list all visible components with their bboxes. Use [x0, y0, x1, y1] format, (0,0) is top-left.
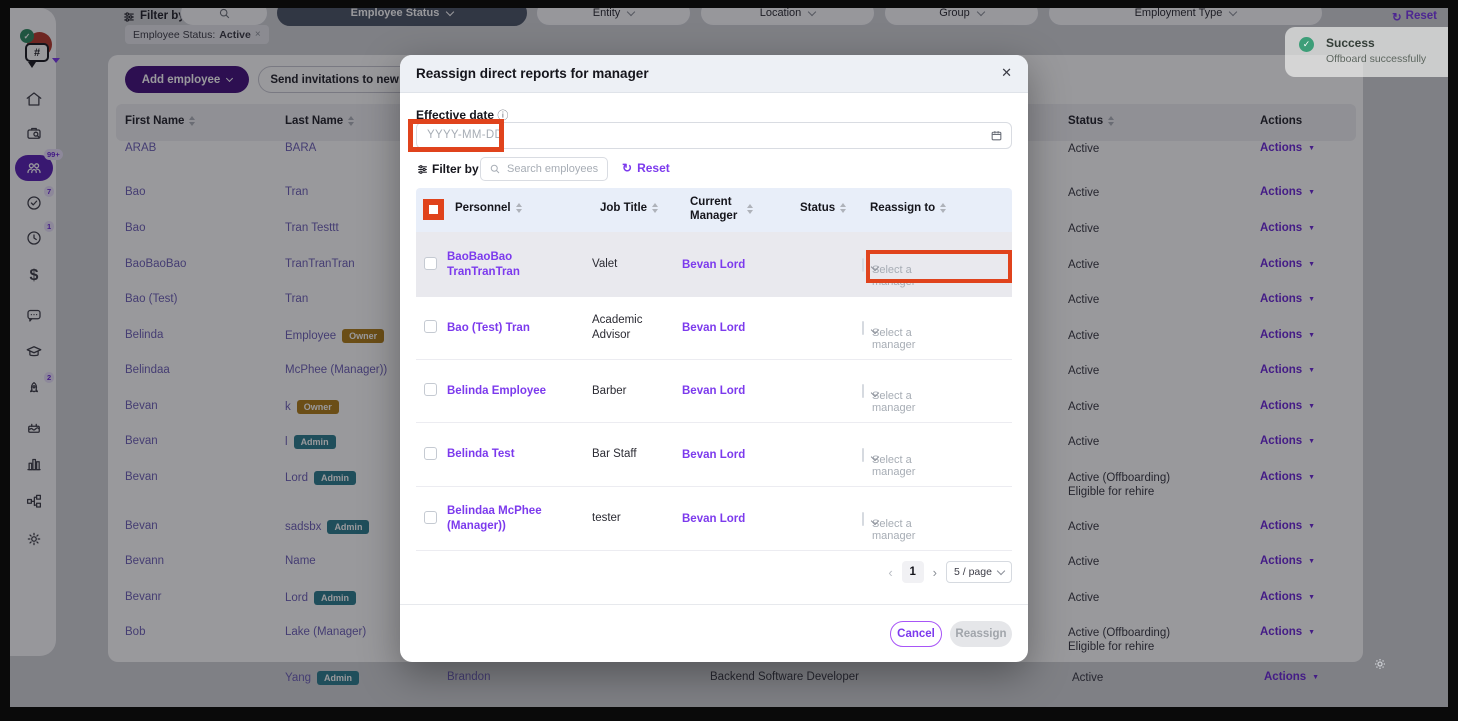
- modal-table-row: Belinda Employee Barber Bevan Lord Selec…: [416, 360, 1012, 423]
- chevron-down-icon: [997, 566, 1005, 574]
- annotation-box-select-all-checkbox: [423, 199, 444, 220]
- cancel-button[interactable]: Cancel: [890, 621, 942, 647]
- cell-current-manager[interactable]: Bevan Lord: [682, 513, 792, 525]
- modal-filter-by-label: Filter by: [432, 162, 479, 176]
- header-reassign-to[interactable]: Reassign to: [870, 202, 946, 214]
- sort-icon: [840, 203, 846, 213]
- manager-select[interactable]: Select a manager: [862, 384, 864, 398]
- reassign-button[interactable]: Reassign: [950, 621, 1012, 647]
- filter-sliders-icon: [416, 163, 429, 181]
- cell-personnel[interactable]: Bao (Test) Tran: [447, 321, 592, 336]
- cell-current-manager[interactable]: Bevan Lord: [682, 322, 792, 334]
- cell-job-title: Bar Staff: [592, 447, 682, 462]
- row-checkbox[interactable]: [416, 383, 447, 399]
- search-employees-input[interactable]: Search employees: [480, 157, 608, 181]
- effective-date-input[interactable]: YYYY-MM-DD: [416, 122, 1012, 149]
- cell-personnel[interactable]: Belindaa McPhee (Manager)): [447, 504, 592, 534]
- prev-page-icon[interactable]: ‹: [888, 565, 892, 580]
- cell-job-title: Valet: [592, 257, 682, 272]
- cell-reassign-to: Select a manager: [862, 449, 1004, 461]
- modal-table-header: Personnel Job Title Current Manager Stat…: [416, 188, 1012, 232]
- success-check-icon: ✓: [1299, 37, 1314, 52]
- frame-right: [1448, 0, 1458, 721]
- search-placeholder: Search employees: [507, 163, 598, 175]
- modal-footer-divider: [400, 604, 1028, 605]
- row-checkbox[interactable]: [416, 257, 447, 273]
- cell-personnel[interactable]: Belinda Employee: [447, 384, 592, 399]
- sort-icon: [940, 203, 946, 213]
- modal-table-row: Belindaa McPhee (Manager)) tester Bevan …: [416, 487, 1012, 551]
- success-toast: ✓ Success Offboard successfully: [1285, 27, 1455, 77]
- manager-select[interactable]: Select a manager: [862, 512, 864, 526]
- sort-icon: [652, 203, 658, 213]
- sort-icon: [747, 204, 753, 214]
- modal-table-row: Bao (Test) Tran Academic Advisor Bevan L…: [416, 297, 1012, 360]
- cell-job-title: Academic Advisor: [592, 313, 682, 343]
- cell-reassign-to: Select a manager: [862, 322, 1004, 334]
- page-number[interactable]: 1: [902, 561, 924, 583]
- cell-reassign-to: Select a manager: [862, 513, 1004, 525]
- cell-job-title: Barber: [592, 384, 682, 399]
- header-personnel[interactable]: Personnel: [455, 202, 522, 214]
- modal-title: Reassign direct reports for manager: [416, 66, 649, 81]
- cell-personnel[interactable]: Belinda Test: [447, 447, 592, 462]
- manager-select[interactable]: Select a manager: [862, 321, 864, 335]
- page-size-select[interactable]: 5 / page: [946, 561, 1012, 583]
- annotation-box-date-input: [408, 119, 504, 152]
- next-page-icon[interactable]: ›: [933, 565, 937, 580]
- frame-bottom: [0, 707, 1458, 721]
- pagination: ‹ 1 › 5 / page: [888, 560, 1012, 584]
- screenshot-root: ✓ # 99+ 7 1 $ 2 Filter by Employee Statu…: [0, 0, 1458, 721]
- annotation-box-manager-select: [866, 250, 1012, 283]
- manager-select[interactable]: Select a manager: [862, 258, 864, 272]
- modal-table-row: Belinda Test Bar Staff Bevan Lord Select…: [416, 423, 1012, 487]
- toast-message: Offboard successfully: [1326, 53, 1426, 65]
- manager-select[interactable]: Select a manager: [862, 448, 864, 462]
- calendar-icon[interactable]: [990, 129, 1003, 147]
- modal-header: Reassign direct reports for manager ✕: [400, 55, 1028, 93]
- sort-icon: [516, 203, 522, 213]
- close-icon[interactable]: ✕: [1001, 65, 1012, 81]
- cell-current-manager[interactable]: Bevan Lord: [682, 385, 792, 397]
- header-status[interactable]: Status: [800, 202, 846, 214]
- frame-top: [0, 0, 1458, 8]
- cell-current-manager[interactable]: Bevan Lord: [682, 259, 792, 271]
- cell-reassign-to: Select a manager: [862, 385, 1004, 397]
- header-job-title[interactable]: Job Title: [600, 202, 658, 214]
- toast-title: Success: [1326, 36, 1375, 50]
- row-checkbox[interactable]: [416, 447, 447, 463]
- header-current-manager[interactable]: Current Manager: [690, 195, 768, 223]
- floating-gear-icon[interactable]: [1372, 656, 1388, 677]
- cell-current-manager[interactable]: Bevan Lord: [682, 449, 792, 461]
- reset-icon: ↻: [622, 161, 632, 175]
- row-checkbox[interactable]: [416, 320, 447, 336]
- frame-left: [0, 0, 10, 721]
- row-checkbox[interactable]: [416, 511, 447, 527]
- cell-job-title: tester: [592, 511, 682, 526]
- search-icon: [489, 163, 501, 175]
- cell-personnel[interactable]: BaoBaoBao TranTranTran: [447, 250, 592, 280]
- modal-reset-button[interactable]: ↻Reset: [622, 161, 670, 175]
